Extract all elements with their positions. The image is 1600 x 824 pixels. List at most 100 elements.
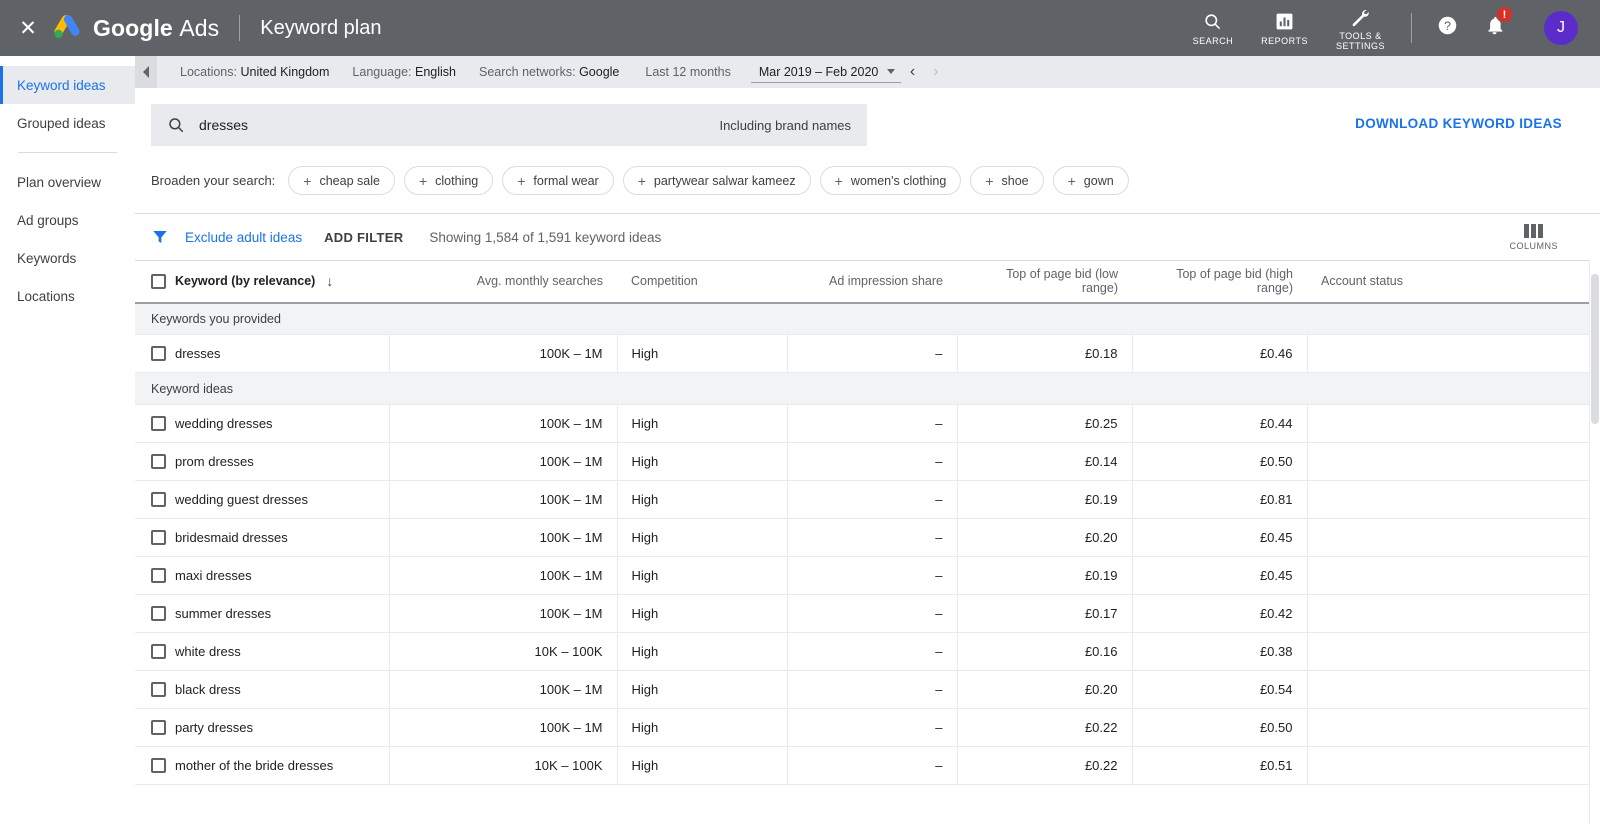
- row-select-cell: [135, 519, 175, 557]
- broaden-chip[interactable]: + shoe: [970, 166, 1043, 195]
- cell-bid-low: £0.19: [957, 481, 1132, 519]
- select-all-checkbox[interactable]: [151, 274, 166, 289]
- brand-ads: Ads: [179, 15, 219, 41]
- vertical-scrollbar-thumb[interactable]: [1591, 274, 1599, 424]
- sidebar-item-grouped-ideas[interactable]: Grouped ideas: [0, 104, 135, 142]
- table-row[interactable]: mother of the bride dresses10K – 100KHig…: [135, 747, 1600, 785]
- cell-account-status: [1307, 481, 1600, 519]
- row-checkbox[interactable]: [151, 682, 166, 697]
- download-keyword-ideas-button[interactable]: DOWNLOAD KEYWORD IDEAS: [1355, 104, 1584, 131]
- row-checkbox[interactable]: [151, 346, 166, 361]
- including-brand-names-label: Including brand names: [719, 118, 851, 133]
- header-competition[interactable]: Competition: [617, 261, 787, 303]
- broaden-chip[interactable]: + clothing: [404, 166, 493, 195]
- search-icon: [167, 116, 185, 134]
- cell-account-status: [1307, 747, 1600, 785]
- cell-bid-high: £0.50: [1132, 443, 1307, 481]
- row-checkbox[interactable]: [151, 454, 166, 469]
- header-keyword[interactable]: Keyword (by relevance) ↓: [175, 261, 389, 303]
- cell-bid-high: £0.45: [1132, 519, 1307, 557]
- help-button[interactable]: ?: [1424, 15, 1471, 41]
- broaden-chip-label: partywear salwar kameez: [654, 174, 796, 188]
- top-app-bar: ✕ Google Ads Keyword plan SEARCH: [0, 0, 1600, 56]
- row-checkbox[interactable]: [151, 416, 166, 431]
- date-range-selector[interactable]: Mar 2019 – Feb 2020: [751, 62, 901, 83]
- header-account-status[interactable]: Account status: [1307, 261, 1600, 303]
- broaden-chip[interactable]: + cheap sale: [288, 166, 395, 195]
- header-top-of-page-bid-high[interactable]: Top of page bid (high range): [1132, 261, 1307, 303]
- notifications-button[interactable]: !: [1471, 15, 1518, 41]
- tools-and-settings-button[interactable]: TOOLS & SETTINGS: [1322, 6, 1399, 51]
- table-row[interactable]: prom dresses100K – 1MHigh–£0.14£0.50: [135, 443, 1600, 481]
- broaden-chip[interactable]: + formal wear: [502, 166, 613, 195]
- cell-account-status: [1307, 405, 1600, 443]
- header-top-of-page-bid-low[interactable]: Top of page bid (low range): [957, 261, 1132, 303]
- table-row[interactable]: bridesmaid dresses100K – 1MHigh–£0.20£0.…: [135, 519, 1600, 557]
- plus-icon: +: [835, 174, 843, 188]
- sidebar-item-locations[interactable]: Locations: [0, 277, 135, 315]
- cell-keyword: black dress: [175, 671, 389, 709]
- table-row[interactable]: maxi dresses100K – 1MHigh–£0.19£0.45: [135, 557, 1600, 595]
- broaden-chip[interactable]: + gown: [1053, 166, 1129, 195]
- avatar[interactable]: J: [1544, 11, 1578, 45]
- cell-account-status: [1307, 709, 1600, 747]
- table-row[interactable]: summer dresses100K – 1MHigh–£0.17£0.42: [135, 595, 1600, 633]
- header-avg-monthly-searches[interactable]: Avg. monthly searches: [389, 261, 617, 303]
- cell-account-status: [1307, 335, 1600, 373]
- filter-search-networks[interactable]: Search networks: Google: [479, 65, 619, 79]
- row-checkbox[interactable]: [151, 758, 166, 773]
- broaden-chip[interactable]: + partywear salwar kameez: [623, 166, 811, 195]
- row-checkbox[interactable]: [151, 606, 166, 621]
- row-checkbox[interactable]: [151, 530, 166, 545]
- group-label: Keyword ideas: [135, 373, 1600, 405]
- table-header-row: Keyword (by relevance) ↓ Avg. monthly se…: [135, 261, 1600, 303]
- table-row[interactable]: wedding guest dresses100K – 1MHigh–£0.19…: [135, 481, 1600, 519]
- filter-language[interactable]: Language: English: [352, 65, 456, 79]
- table-row[interactable]: dresses100K – 1MHigh–£0.18£0.46: [135, 335, 1600, 373]
- reports-button[interactable]: REPORTS: [1247, 11, 1322, 46]
- sidebar-item-keyword-ideas[interactable]: Keyword ideas: [0, 66, 135, 104]
- sidebar-item-ad-groups[interactable]: Ad groups: [0, 201, 135, 239]
- row-checkbox[interactable]: [151, 568, 166, 583]
- filter-icon[interactable]: [151, 228, 169, 246]
- cell-bid-high: £0.42: [1132, 595, 1307, 633]
- cell-ad-impression-share: –: [787, 335, 957, 373]
- header-ad-impression-share[interactable]: Ad impression share: [787, 261, 957, 303]
- cell-account-status: [1307, 443, 1600, 481]
- columns-label: COLUMNS: [1509, 241, 1558, 251]
- table-row[interactable]: party dresses100K – 1MHigh–£0.22£0.50: [135, 709, 1600, 747]
- cell-bid-low: £0.18: [957, 335, 1132, 373]
- cell-keyword: wedding dresses: [175, 405, 389, 443]
- tools-and-settings-label: TOOLS & SETTINGS: [1336, 31, 1385, 51]
- vertical-scrollbar[interactable]: [1589, 260, 1600, 824]
- cell-ad-impression-share: –: [787, 595, 957, 633]
- columns-button[interactable]: COLUMNS: [1509, 224, 1584, 251]
- wrench-icon: [1350, 6, 1370, 28]
- cell-bid-low: £0.25: [957, 405, 1132, 443]
- row-select-cell: [135, 709, 175, 747]
- add-filter-button[interactable]: ADD FILTER: [324, 230, 403, 245]
- sidebar-item-keywords[interactable]: Keywords: [0, 239, 135, 277]
- filter-locations-label: Locations:: [180, 65, 237, 79]
- filter-networks-label: Search networks:: [479, 65, 576, 79]
- sidebar-item-plan-overview[interactable]: Plan overview: [0, 163, 135, 201]
- collapse-sidebar-button[interactable]: [135, 56, 157, 88]
- broaden-chip-label: gown: [1084, 174, 1114, 188]
- broaden-chip[interactable]: + women's clothing: [820, 166, 962, 195]
- google-ads-logo[interactable]: Google Ads: [52, 15, 219, 42]
- filter-locations[interactable]: Locations: United Kingdom: [180, 65, 329, 79]
- date-prev-button[interactable]: ‹: [901, 63, 924, 81]
- table-row[interactable]: black dress100K – 1MHigh–£0.20£0.54: [135, 671, 1600, 709]
- row-checkbox[interactable]: [151, 492, 166, 507]
- close-button[interactable]: ✕: [14, 14, 42, 42]
- search-keyword-value: dresses: [199, 117, 719, 133]
- exclude-adult-ideas-chip[interactable]: Exclude adult ideas: [185, 230, 302, 245]
- cell-bid-high: £0.51: [1132, 747, 1307, 785]
- keyword-search-input[interactable]: dresses Including brand names: [151, 104, 867, 146]
- row-checkbox[interactable]: [151, 644, 166, 659]
- search-button[interactable]: SEARCH: [1179, 11, 1248, 46]
- table-row[interactable]: wedding dresses100K – 1MHigh–£0.25£0.44: [135, 405, 1600, 443]
- sidebar-item-label: Keywords: [17, 251, 76, 266]
- table-row[interactable]: white dress10K – 100KHigh–£0.16£0.38: [135, 633, 1600, 671]
- row-checkbox[interactable]: [151, 720, 166, 735]
